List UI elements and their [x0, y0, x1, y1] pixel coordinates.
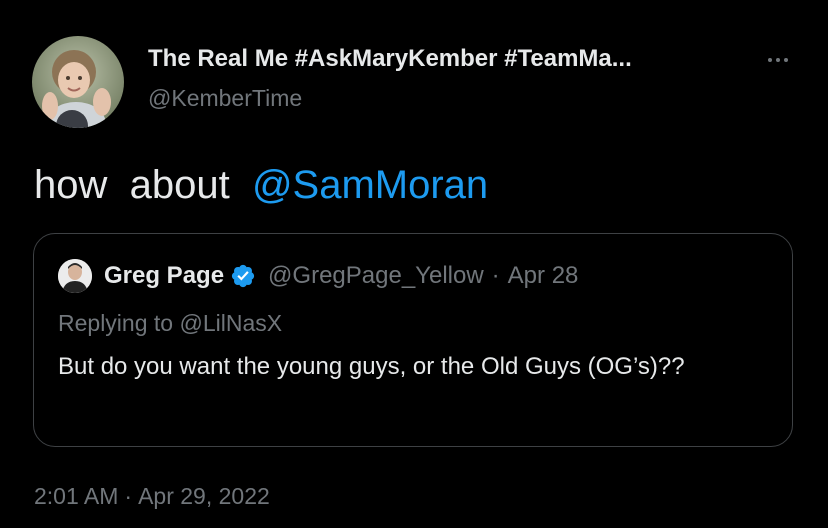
quoted-author-handle[interactable]: @GregPage_Yellow: [268, 260, 484, 292]
tweet-time: 2:01 AM: [34, 483, 119, 509]
author-name[interactable]: The Real Me #AskMaryKember #TeamMa...: [148, 44, 728, 74]
author-handle[interactable]: @KemberTime: [148, 83, 302, 113]
quoted-tweet-text: But do you want the young guys, or the O…: [58, 353, 685, 380]
replying-to-line: Replying to @LilNasX: [58, 308, 282, 338]
tweet-mention-link[interactable]: @SamMoran: [252, 163, 488, 207]
quoted-author-avatar[interactable]: [58, 259, 92, 293]
quoted-avatar-photo: [58, 259, 92, 293]
more-dot: [776, 58, 780, 62]
tweet-text-prefix: how about: [34, 163, 252, 207]
timestamp-separator: ·: [124, 483, 133, 509]
more-horizontal-icon: [768, 58, 772, 62]
replying-to-mention[interactable]: @LilNasX: [179, 310, 282, 336]
tweet-date: Apr 29, 2022: [138, 483, 270, 509]
quoted-tweet-header: Greg Page @GregPage_Yellow · Apr 28: [104, 260, 578, 292]
quoted-tweet-card[interactable]: Greg Page @GregPage_Yellow · Apr 28 Repl…: [33, 233, 793, 447]
tweet: The Real Me #AskMaryKember #TeamMa... @K…: [0, 0, 828, 528]
author-avatar[interactable]: [32, 36, 124, 128]
tweet-timestamp[interactable]: 2:01 AM · Apr 29, 2022: [34, 481, 270, 511]
quoted-author-name[interactable]: Greg Page: [104, 260, 224, 292]
more-options-button[interactable]: [760, 48, 796, 72]
more-dot: [784, 58, 788, 62]
quoted-tweet-date[interactable]: Apr 28: [508, 260, 579, 292]
avatar-photo: [32, 36, 124, 128]
tweet-text: how about @SamMoran: [34, 160, 488, 210]
quoted-header-separator: ·: [491, 262, 500, 289]
replying-to-prefix: Replying to: [58, 310, 180, 336]
verified-badge-icon: [231, 264, 255, 288]
